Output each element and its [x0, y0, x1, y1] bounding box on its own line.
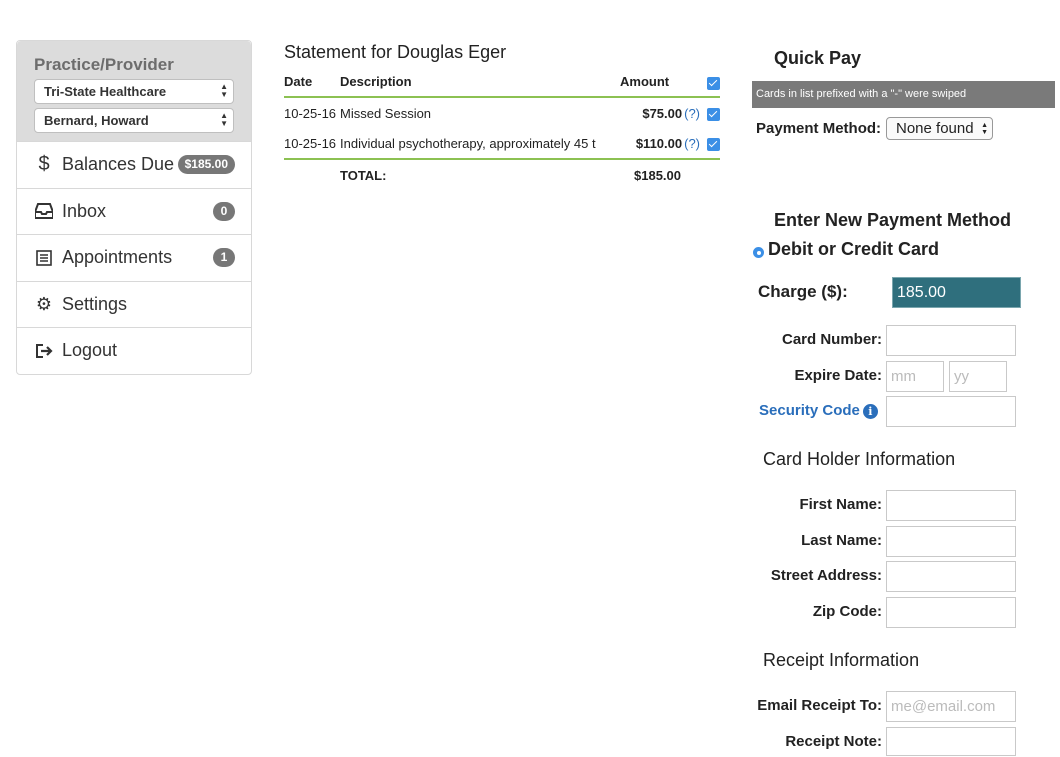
sidebar-item-label: Balances Due — [62, 154, 175, 175]
list-icon — [34, 249, 54, 266]
amount-header: Amount — [620, 67, 700, 98]
row-amount: $75.00 — [642, 105, 683, 121]
inbox-count-badge: 0 — [213, 201, 235, 221]
zip-code-input[interactable] — [886, 597, 1016, 628]
sidebar-item-label: Settings — [62, 293, 128, 314]
payment-method-select[interactable]: None found ▲ ▼ — [886, 117, 993, 140]
date-header: Date — [284, 67, 340, 98]
street-address-label: Street Address: — [770, 567, 882, 584]
receipt-note-label: Receipt Note: — [785, 733, 882, 750]
expire-date-label: Expire Date: — [794, 367, 882, 384]
row-help-link[interactable]: (?) — [684, 106, 700, 121]
quick-pay-panel: Quick Pay Cards in list prefixed with a … — [752, 0, 1058, 757]
inbox-icon — [34, 203, 54, 220]
card-number-input[interactable] — [886, 325, 1016, 356]
last-name-label: Last Name: — [801, 532, 882, 549]
receipt-info-title: Receipt Information — [763, 650, 920, 670]
select-all-checkbox[interactable] — [707, 77, 720, 91]
last-name-input[interactable] — [886, 526, 1016, 557]
sidebar-title: Practice/Provider — [34, 55, 174, 74]
dollar-icon: $ — [38, 153, 50, 176]
sidebar-item-inbox[interactable]: Inbox 0 — [17, 187, 251, 235]
street-address-input[interactable] — [886, 561, 1016, 592]
row-description: Missed Session — [340, 105, 432, 121]
sidebar: Practice/Provider Tri-State Healthcare ▲… — [16, 40, 252, 375]
email-receipt-label: Email Receipt To: — [757, 697, 882, 714]
table-row: 10-25-16 Missed Session $75.00 (?) — [284, 97, 720, 128]
debit-credit-label: Debit or Credit Card — [768, 239, 940, 259]
first-name-label: First Name: — [799, 496, 882, 513]
provider-select[interactable]: Bernard, Howard ▲ ▼ — [34, 108, 234, 133]
charge-input[interactable]: 185.00 — [892, 277, 1021, 308]
quick-pay-title: Quick Pay — [774, 48, 862, 68]
payment-method-value: None found — [896, 120, 974, 137]
practice-provider-panel: Practice/Provider Tri-State Healthcare ▲… — [17, 41, 251, 141]
security-code-input[interactable] — [886, 396, 1016, 427]
gear-icon: ⚙ — [35, 293, 53, 314]
statement-title: Statement for Douglas Eger — [284, 42, 507, 62]
provider-select-value: Bernard, Howard — [44, 113, 149, 128]
row-date: 10-25-16 — [284, 135, 337, 151]
sidebar-item-appointments[interactable]: Appointments 1 — [17, 234, 251, 281]
security-code-label: Security Code — [759, 402, 860, 419]
debit-credit-radio[interactable] — [753, 247, 764, 258]
expire-year-input[interactable]: yy — [949, 361, 1007, 392]
total-row: TOTAL: $185.00 — [284, 158, 720, 190]
table-header-row: Date Description Amount — [284, 67, 720, 98]
sidebar-item-balances-due[interactable]: $ Balances Due $185.00 — [17, 141, 251, 188]
swipe-notice: Cards in list prefixed with a "-" were s… — [752, 81, 1055, 108]
sidebar-item-label: Inbox — [62, 200, 107, 221]
total-label: TOTAL: — [340, 158, 620, 190]
statement-table: Date Description Amount 10-25-16 Missed … — [284, 67, 720, 190]
select-arrows-icon: ▲ ▼ — [220, 82, 228, 99]
appointments-count-badge: 1 — [213, 248, 235, 268]
table-row: 10-25-16 Individual psychotherapy, appro… — [284, 128, 720, 159]
row-checkbox[interactable] — [707, 137, 720, 151]
balance-badge: $185.00 — [177, 155, 235, 175]
row-description: Individual psychotherapy, approximately … — [340, 135, 596, 151]
practice-select-value: Tri-State Healthcare — [44, 84, 167, 99]
receipt-note-input[interactable] — [886, 727, 1016, 756]
sidebar-item-label: Logout — [62, 340, 118, 361]
description-header: Description — [340, 67, 620, 98]
row-help-link[interactable]: (?) — [684, 136, 700, 151]
practice-select[interactable]: Tri-State Healthcare ▲ ▼ — [34, 79, 234, 104]
statement-panel: Statement for Douglas Eger Date Descript… — [284, 42, 724, 190]
sidebar-item-label: Appointments — [62, 247, 173, 268]
security-code-link[interactable]: Security Code i — [759, 402, 878, 419]
card-holder-title: Card Holder Information — [763, 449, 956, 469]
zip-code-label: Zip Code: — [812, 603, 882, 620]
email-receipt-input[interactable]: me@email.com — [886, 691, 1016, 722]
first-name-input[interactable] — [886, 490, 1016, 521]
row-amount: $110.00 — [635, 135, 683, 151]
logout-icon — [34, 343, 54, 359]
sidebar-item-logout[interactable]: Logout — [17, 327, 251, 374]
sidebar-item-settings[interactable]: ⚙ Settings — [17, 280, 251, 328]
card-number-label: Card Number: — [781, 331, 882, 348]
charge-label: Charge ($): — [758, 282, 848, 301]
info-icon[interactable]: i — [862, 403, 878, 419]
total-amount: $185.00 — [620, 158, 700, 190]
expire-month-input[interactable]: mm — [886, 361, 944, 392]
select-arrows-icon: ▲ ▼ — [981, 122, 988, 136]
new-payment-method-title: Enter New Payment Method — [774, 210, 1012, 230]
row-date: 10-25-16 — [284, 105, 337, 121]
payment-method-label: Payment Method: — [756, 120, 882, 137]
select-arrows-icon: ▲ ▼ — [220, 111, 228, 128]
row-checkbox[interactable] — [707, 107, 720, 121]
